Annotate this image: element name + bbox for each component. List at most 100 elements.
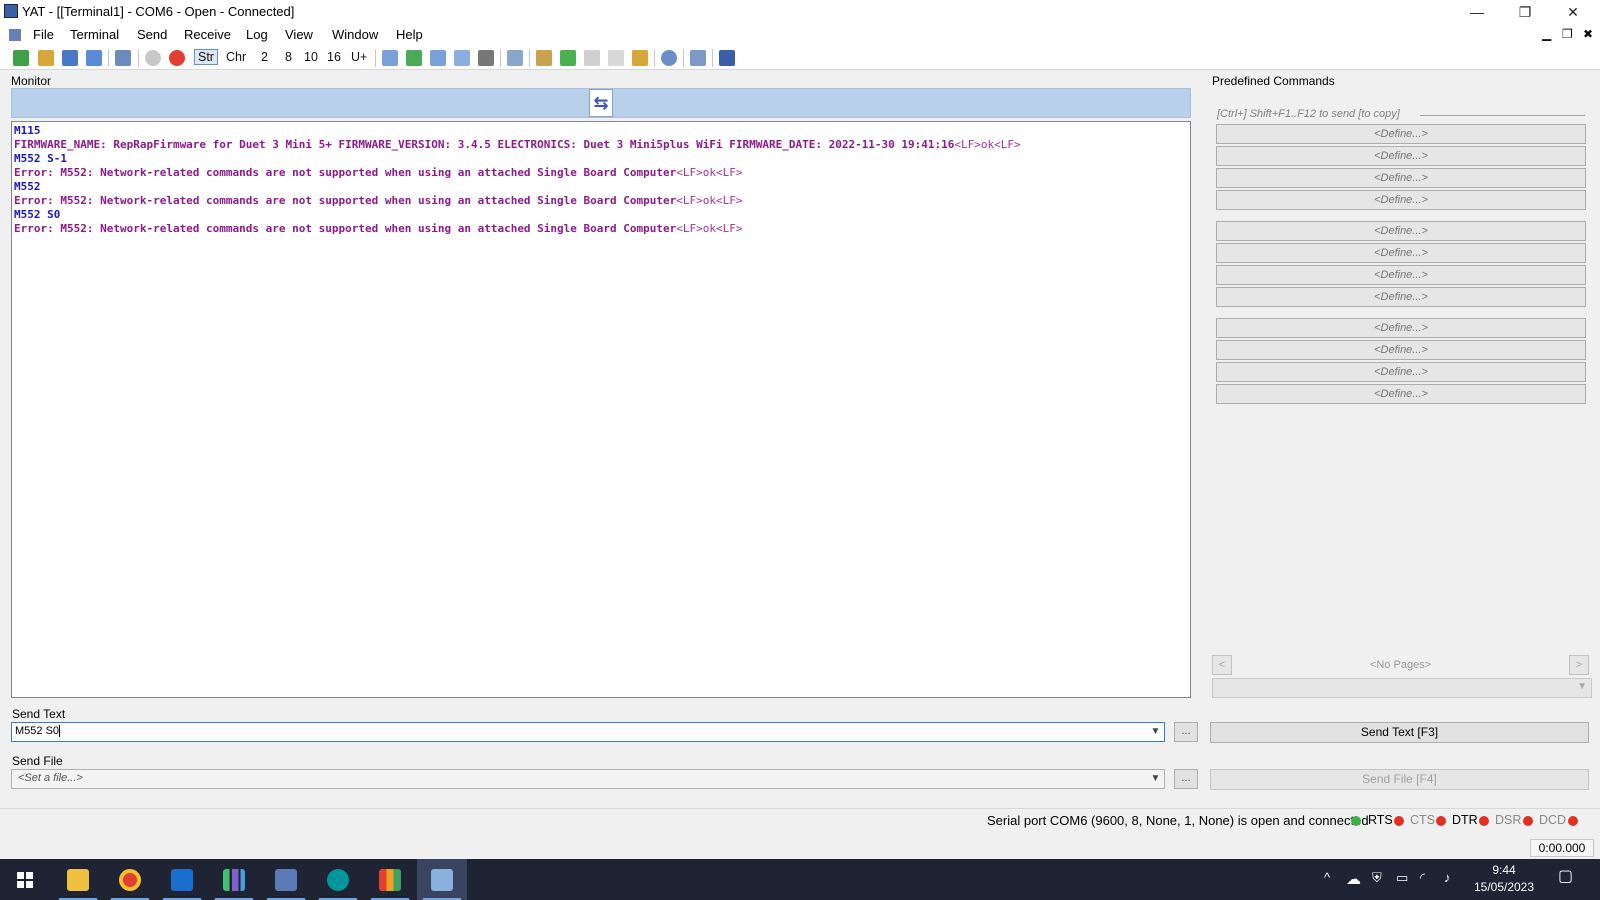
mdi-close-button[interactable]: ✖ (1583, 27, 1593, 41)
show-rx-icon[interactable] (430, 50, 446, 66)
taskbar-yat[interactable] (417, 859, 467, 900)
dtr-signal[interactable]: DTR (1452, 813, 1478, 827)
predefined-command-button[interactable]: <Define...> (1216, 124, 1586, 144)
menu-help[interactable]: Help (396, 27, 423, 42)
menu-window[interactable]: Window (332, 27, 378, 42)
predefined-command-button[interactable]: <Define...> (1216, 243, 1586, 263)
send-file-input[interactable]: <Set a file...> ▼ (11, 769, 1165, 789)
predefined-command-button[interactable]: <Define...> (1216, 287, 1586, 307)
taskbar-app-bars[interactable] (209, 859, 259, 900)
log-edit-icon[interactable] (536, 50, 552, 66)
save-all-icon[interactable] (86, 50, 102, 66)
toolbar-separator (375, 49, 376, 67)
send-file-button[interactable]: Send File [F4] (1210, 769, 1589, 790)
yat-app-icon (4, 4, 18, 18)
system-clock[interactable]: 9:44 15/05/2023 (1468, 862, 1540, 896)
new-terminal-icon[interactable] (13, 50, 29, 66)
send-text-more-button[interactable]: ... (1174, 722, 1198, 742)
radix-chr-button[interactable]: Chr (226, 50, 246, 64)
radix-2-button[interactable]: 2 (261, 50, 268, 64)
open-port-icon[interactable] (145, 50, 161, 66)
previous-page-button[interactable]: < (1212, 655, 1232, 675)
predefined-command-button[interactable]: <Define...> (1216, 221, 1586, 241)
show-tx-icon[interactable] (382, 50, 398, 66)
wifi-icon[interactable]: ◜ (1420, 870, 1425, 886)
cts-signal: CTS (1410, 813, 1435, 827)
tray-chevron-icon[interactable]: ^ (1324, 870, 1330, 885)
radix-unicode-button[interactable]: U+ (351, 50, 367, 64)
predefined-command-button[interactable]: <Define...> (1216, 190, 1586, 210)
chevron-down-icon[interactable]: ▼ (1147, 723, 1164, 741)
send-text-button[interactable]: Send Text [F3] (1210, 722, 1589, 743)
window-title: YAT - [[Terminal1] - COM6 - Open - Conne… (22, 4, 295, 19)
page-selector[interactable]: ▼ (1212, 678, 1592, 698)
mdi-restore-button[interactable]: ❐ (1562, 27, 1573, 41)
menu-view[interactable]: View (285, 27, 313, 42)
menu-terminal[interactable]: Terminal (70, 27, 119, 42)
send-text-input[interactable]: M552 S0 ▼ (11, 722, 1165, 742)
predefined-command-button[interactable]: <Define...> (1216, 384, 1586, 404)
radix-16-button[interactable]: 16 (327, 50, 341, 64)
close-button[interactable]: ✕ (1550, 0, 1596, 24)
swap-direction-icon[interactable]: ⇆ (589, 89, 613, 117)
clock-time: 9:44 (1492, 863, 1516, 877)
log-on-icon[interactable] (560, 50, 576, 66)
toolbar-separator (654, 49, 655, 67)
predefined-command-button[interactable]: <Define...> (1216, 146, 1586, 166)
menu-file[interactable]: File (33, 27, 54, 42)
radix-str-button[interactable]: Str (194, 49, 218, 65)
predefined-command-button[interactable]: <Define...> (1216, 340, 1586, 360)
document-icon[interactable] (9, 29, 21, 41)
notifications-icon[interactable]: ▢ (1558, 866, 1573, 886)
taskbar-network-app[interactable] (261, 859, 311, 900)
auto-response-icon[interactable] (661, 50, 677, 66)
auto-action-icon[interactable] (690, 50, 706, 66)
restore-button[interactable]: ❐ (1502, 0, 1548, 24)
log-off-icon[interactable] (584, 50, 600, 66)
log-settings-icon[interactable] (632, 50, 648, 66)
print-icon[interactable] (478, 50, 494, 66)
save-icon[interactable] (62, 50, 78, 66)
log-folder-icon[interactable] (608, 50, 624, 66)
app-bars-icon (223, 869, 245, 891)
chevron-down-icon: ▼ (1577, 681, 1587, 692)
group-divider (1420, 115, 1585, 116)
dtr-led-icon (1479, 816, 1489, 826)
minimize-button[interactable]: — (1454, 0, 1500, 24)
start-button[interactable] (0, 859, 50, 900)
monitor-text-area[interactable]: M115 FIRMWARE_NAME: RepRapFirmware for D… (11, 121, 1191, 698)
monitor-line-rx: FIRMWARE_NAME: RepRapFirmware for Duet 3… (14, 138, 1021, 151)
battery-icon[interactable]: ▭ (1396, 870, 1408, 886)
terminal-settings-icon[interactable] (115, 50, 131, 66)
clear-monitor-icon[interactable] (454, 50, 470, 66)
show-bidir-icon[interactable] (406, 50, 422, 66)
taskbar-outlook[interactable] (157, 859, 207, 900)
security-icon[interactable]: ⛨ (1372, 870, 1382, 886)
rts-signal[interactable]: RTS (1368, 813, 1393, 827)
connection-timer: 0:00.000 (1530, 839, 1594, 857)
radix-10-button[interactable]: 10 (304, 50, 318, 64)
find-icon[interactable] (507, 50, 523, 66)
taskbar-arduino[interactable] (313, 859, 363, 900)
mdi-minimize-button[interactable]: ▁ (1542, 27, 1551, 41)
taskbar-tiles-app[interactable] (365, 859, 415, 900)
taskbar-chrome[interactable] (105, 859, 155, 900)
menu-receive[interactable]: Receive (184, 27, 231, 42)
taskbar-file-explorer[interactable] (53, 859, 103, 900)
predefined-command-button[interactable]: <Define...> (1216, 168, 1586, 188)
font-icon[interactable] (719, 50, 735, 66)
onedrive-icon[interactable]: ☁ (1346, 870, 1361, 888)
close-port-icon[interactable] (169, 50, 185, 66)
menu-send[interactable]: Send (137, 27, 167, 42)
dsr-signal: DSR (1495, 813, 1522, 827)
volume-icon[interactable]: ♪ (1444, 870, 1451, 885)
menu-log[interactable]: Log (246, 27, 268, 42)
chevron-down-icon[interactable]: ▼ (1147, 770, 1164, 788)
open-file-icon[interactable] (38, 50, 54, 66)
predefined-command-button[interactable]: <Define...> (1216, 265, 1586, 285)
predefined-command-button[interactable]: <Define...> (1216, 318, 1586, 338)
next-page-button[interactable]: > (1569, 655, 1589, 675)
predefined-command-button[interactable]: <Define...> (1216, 362, 1586, 382)
send-file-more-button[interactable]: ... (1174, 769, 1198, 789)
radix-8-button[interactable]: 8 (285, 50, 292, 64)
